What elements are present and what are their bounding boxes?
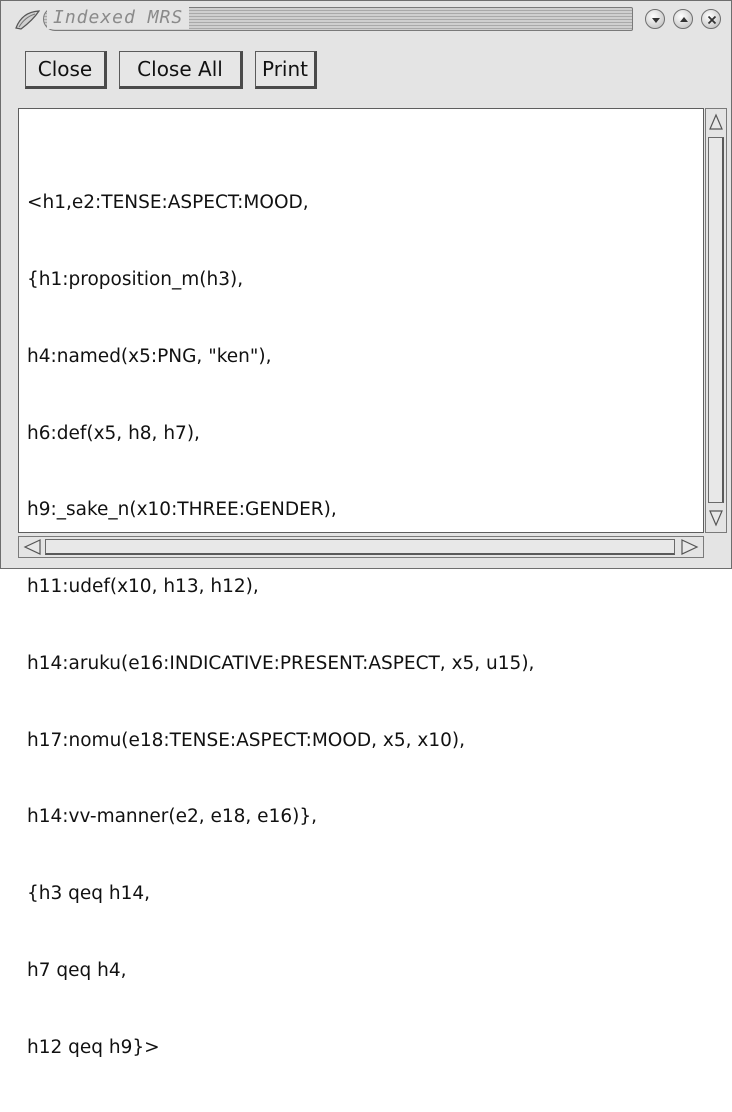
mrs-line: h14:vv-manner(e2, e18, e16)}, [27, 806, 317, 828]
indexed-mrs-window: Indexed MRS Close Close All Print <h1,e2… [0, 0, 732, 1058]
vertical-scroll-thumb[interactable] [708, 137, 724, 503]
maximize-icon[interactable] [673, 9, 693, 29]
title-bar[interactable]: Indexed MRS [7, 5, 727, 35]
mrs-line: h6:def(x5, h8, h7), [27, 422, 200, 444]
vertical-scrollbar[interactable] [705, 108, 727, 533]
shade-icon[interactable] [645, 9, 665, 29]
mrs-text-area[interactable]: <h1,e2:TENSE:ASPECT:MOOD, {h1:propositio… [18, 108, 704, 1058]
mrs-line: h17:nomu(e18:TENSE:ASPECT:MOOD, x5, x10)… [27, 729, 465, 751]
window-title: Indexed MRS [47, 7, 190, 29]
close-all-button[interactable]: Close All [119, 51, 243, 89]
mrs-line: <h1,e2:TENSE:ASPECT:MOOD, [27, 192, 309, 214]
horizontal-scroll-thumb[interactable] [45, 539, 675, 555]
mrs-line: h14:aruku(e16:INDICATIVE:PRESENT:ASPECT,… [27, 652, 535, 674]
mrs-line: h9:_sake_n(x10:THREE:GENDER), [27, 499, 337, 521]
print-button[interactable]: Print [255, 51, 317, 89]
window-controls [643, 7, 729, 33]
scrollbar-corner [705, 536, 727, 558]
mrs-line: h11:udef(x10, h13, h12), [27, 576, 259, 598]
mrs-line: h12 qeq h9}> [27, 1036, 160, 1058]
scroll-up-arrow-icon[interactable] [707, 111, 725, 133]
scroll-down-arrow-icon[interactable] [707, 507, 725, 529]
mrs-line: {h3 qeq h14, [27, 883, 151, 905]
close-button[interactable]: Close [25, 51, 107, 89]
close-window-icon[interactable] [701, 9, 721, 29]
mrs-line: h4:named(x5:PNG, "ken"), [27, 345, 272, 367]
mrs-line: h7 qeq h4, [27, 960, 127, 981]
scroll-left-arrow-icon[interactable] [21, 537, 43, 557]
scroll-right-arrow-icon[interactable] [679, 537, 701, 557]
mrs-line: {h1:proposition_m(h3), [27, 268, 244, 290]
horizontal-scrollbar[interactable] [18, 536, 704, 558]
window-logo-icon[interactable] [13, 8, 43, 32]
mrs-text: <h1,e2:TENSE:ASPECT:MOOD, {h1:propositio… [27, 139, 534, 1112]
